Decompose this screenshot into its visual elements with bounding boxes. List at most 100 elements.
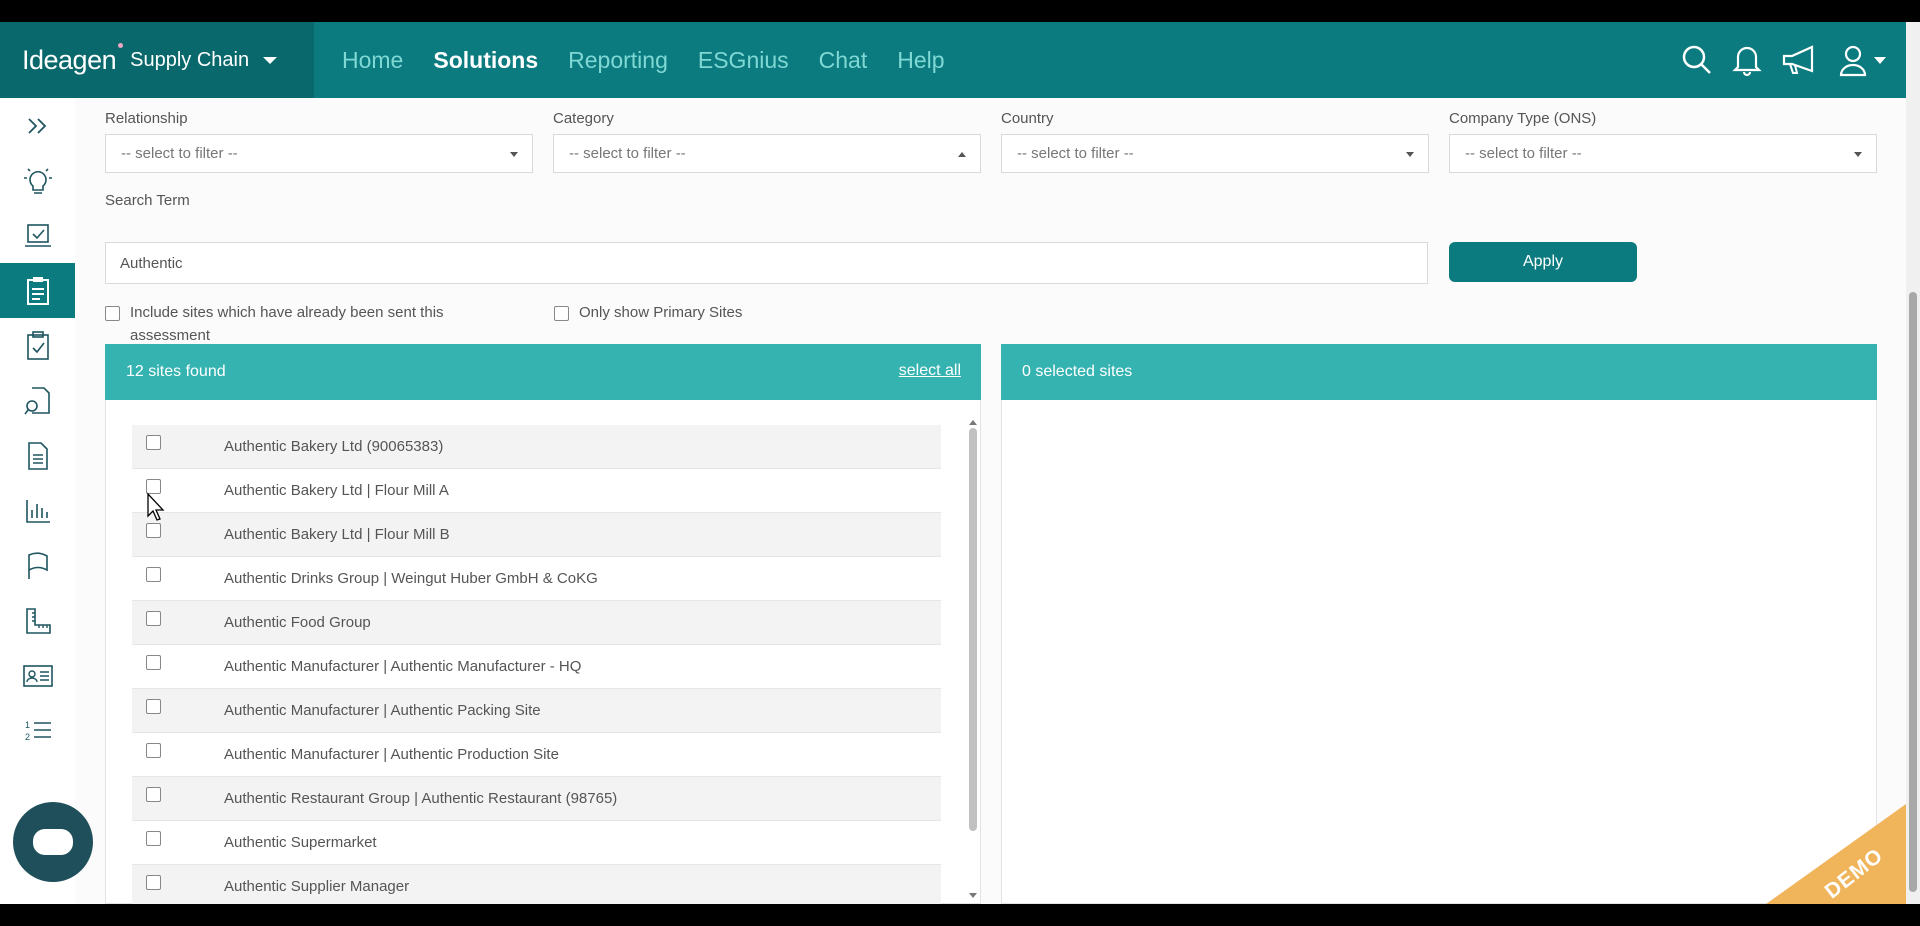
site-row[interactable]: Authentic Supplier Manager [132,865,941,904]
site-checkbox[interactable] [146,523,161,538]
flag-icon[interactable] [0,538,75,593]
sidebar-item-document-search[interactable] [0,373,75,428]
site-row[interactable]: Authentic Restaurant Group | Authentic R… [132,777,941,821]
sidebar-item-measurement[interactable] [0,593,75,648]
app-window: Ideagen Supply Chain Home Solutions Repo… [0,0,1920,926]
mouse-cursor-icon [147,492,165,521]
site-checkbox[interactable] [146,611,161,626]
country-select[interactable]: -- select to filter -- [1001,134,1429,173]
chevron-down-icon [263,56,278,64]
country-label: Country [1001,110,1054,127]
site-row[interactable]: Authentic Manufacturer | Authentic Produ… [132,733,941,777]
site-name: Authentic Supplier Manager [224,878,410,895]
site-row[interactable]: Authentic Drinks Group | Weingut Huber G… [132,557,941,601]
sidebar-item-assessments[interactable] [0,263,75,318]
chevron-down-icon [1874,56,1886,64]
demo-ribbon: DEMO [1760,802,1906,904]
sites-found-header: 12 sites found select all [105,344,981,400]
site-checkbox[interactable] [146,567,161,582]
primary-sites-checkbox[interactable] [554,306,569,321]
site-name: Authentic Drinks Group | Weingut Huber G… [224,570,598,587]
site-row[interactable]: Authentic Bakery Ltd | Flour Mill A [132,469,941,513]
main-nav: Home Solutions Reporting ESGnius Chat He… [342,22,945,98]
expand-sidebar-icon[interactable] [0,98,75,153]
site-checkbox[interactable] [146,875,161,890]
category-label: Category [553,110,614,127]
category-select-value: -- select to filter -- [569,145,686,162]
site-name: Authentic Manufacturer | Authentic Packi… [224,702,541,719]
relationship-select-value: -- select to filter -- [121,145,238,162]
site-row[interactable]: Authentic Bakery Ltd | Flour Mill B [132,513,941,557]
numbered-list-icon[interactable]: 12 [0,703,75,758]
page-scrollbar[interactable] [1906,22,1920,904]
site-checkbox[interactable] [146,655,161,670]
search-icon[interactable] [1680,43,1714,77]
company-type-select[interactable]: -- select to filter -- [1449,134,1877,173]
svg-text:1: 1 [25,720,30,730]
site-row[interactable]: Authentic Bakery Ltd (90065383) [132,425,941,469]
selected-sites-header: 0 selected sites [1001,344,1877,400]
nav-chat[interactable]: Chat [819,47,868,74]
svg-text:2: 2 [25,732,30,742]
sites-found-panel: 12 sites found select all Authentic Bake… [105,344,981,904]
apply-button[interactable]: Apply [1449,242,1637,282]
site-checkbox[interactable] [146,831,161,846]
country-select-value: -- select to filter -- [1017,145,1134,162]
site-row[interactable]: Authentic Supermarket [132,821,941,865]
include-sent-label: Include sites which have already been se… [130,304,444,344]
site-row[interactable]: Authentic Manufacturer | Authentic Manuf… [132,645,941,689]
main-content: Relationship -- select to filter -- Cate… [75,98,1906,904]
select-all-link[interactable]: select all [899,362,961,380]
site-checkbox[interactable] [146,435,161,450]
sidebar-item-documents[interactable] [0,428,75,483]
sidebar: 12 [0,98,75,904]
nav-home[interactable]: Home [342,47,403,74]
site-name: Authentic Food Group [224,614,371,631]
site-checkbox[interactable] [146,699,161,714]
include-sent-checkbox[interactable] [105,306,120,321]
site-name: Authentic Manufacturer | Authentic Produ… [224,746,559,763]
bell-icon[interactable] [1732,43,1762,77]
top-actions [1680,22,1886,98]
site-checkbox[interactable] [146,743,161,758]
product-switcher[interactable]: Ideagen Supply Chain [0,22,314,98]
site-name: Authentic Bakery Ltd | Flour Mill A [224,482,449,499]
site-row[interactable]: Authentic Food Group [132,601,941,645]
chevron-up-icon [958,152,966,157]
site-name: Authentic Supermarket [224,834,377,851]
site-row[interactable]: Authentic Manufacturer | Authentic Packi… [132,689,941,733]
chevron-down-icon [510,152,518,157]
scroll-down-icon[interactable] [969,893,977,898]
site-name: Authentic Bakery Ltd | Flour Mill B [224,526,450,543]
scroll-up-icon[interactable] [969,420,977,425]
chevron-down-icon [1406,152,1414,157]
search-input[interactable] [105,242,1428,284]
relationship-select[interactable]: -- select to filter -- [105,134,533,173]
relationship-label: Relationship [105,110,188,127]
user-menu-icon[interactable] [1838,43,1886,77]
page-scrollbar-thumb[interactable] [1909,292,1917,892]
nav-help[interactable]: Help [897,47,944,74]
company-type-select-value: -- select to filter -- [1465,145,1582,162]
chat-bubble-icon [33,829,73,855]
sidebar-item-ideas[interactable] [0,153,75,208]
selected-sites-count: 0 selected sites [1022,363,1133,380]
sidebar-item-tasks[interactable] [0,208,75,263]
chevron-down-icon [1854,152,1862,157]
product-name: Supply Chain [130,48,250,71]
site-list-scrollbar[interactable] [968,420,978,898]
primary-sites-label: Only show Primary Sites [579,304,743,321]
search-term-label: Search Term [105,192,190,209]
site-checkbox[interactable] [146,787,161,802]
category-select[interactable]: -- select to filter -- [553,134,981,173]
id-card-icon[interactable] [0,648,75,703]
nav-solutions[interactable]: Solutions [433,47,538,74]
sidebar-item-checklist[interactable] [0,318,75,373]
selected-sites-panel: 0 selected sites [1001,344,1877,904]
megaphone-icon[interactable] [1780,43,1820,77]
site-name: Authentic Manufacturer | Authentic Manuf… [224,658,582,675]
nav-reporting[interactable]: Reporting [568,47,668,74]
sidebar-item-reports[interactable] [0,483,75,538]
nav-esgnius[interactable]: ESGnius [698,47,789,74]
scrollbar-thumb[interactable] [969,428,977,831]
